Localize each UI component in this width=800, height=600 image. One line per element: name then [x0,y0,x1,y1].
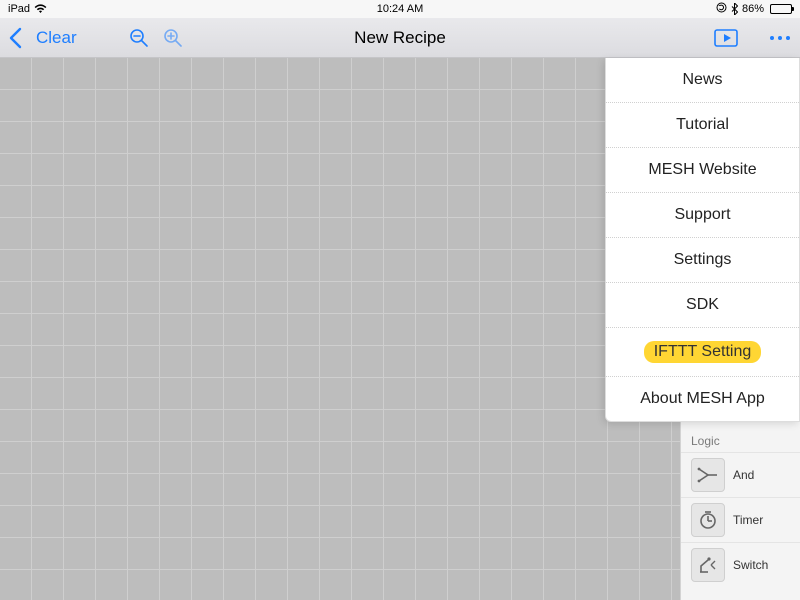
menu-item-website[interactable]: MESH Website [606,148,799,193]
bluetooth-icon [731,3,738,15]
menu-item-about[interactable]: About MESH App [606,377,799,421]
zoom-in-button[interactable] [163,28,183,48]
block-label: And [733,468,754,482]
menu-item-highlight: IFTTT Setting [644,341,762,363]
menu-item-news[interactable]: News [606,58,799,103]
device-name: iPad [8,3,30,15]
battery-percent: 86% [742,3,764,15]
wifi-icon [34,4,47,14]
block-item-switch[interactable]: Switch [681,542,800,587]
block-label: Switch [733,558,768,572]
timer-icon [691,503,725,537]
menu-item-ifttt[interactable]: IFTTT Setting [606,328,799,377]
orientation-lock-icon [716,2,727,16]
status-left: iPad [8,3,47,15]
back-button[interactable] [8,27,22,49]
block-list: And Timer Switch [681,452,800,587]
app-toolbar: Clear New Recipe [0,18,800,58]
menu-item-settings[interactable]: Settings [606,238,799,283]
more-menu-popover: News Tutorial MESH Website Support Setti… [605,58,800,422]
switch-icon [691,548,725,582]
zoom-out-button[interactable] [129,28,149,48]
block-item-timer[interactable]: Timer [681,497,800,542]
workspace: Logic And Timer Switch [0,58,800,600]
clear-button[interactable]: Clear [36,28,77,48]
block-item-and[interactable]: And [681,452,800,497]
status-bar: iPad 10:24 AM 86% [0,0,800,18]
recipes-button[interactable] [712,27,740,49]
menu-item-sdk[interactable]: SDK [606,283,799,328]
sidebar-section-label: Logic [681,428,800,452]
status-time: 10:24 AM [377,3,423,15]
page-title: New Recipe [354,28,446,48]
block-label: Timer [733,513,763,527]
more-button[interactable] [768,34,792,42]
and-icon [691,458,725,492]
canvas-grid[interactable] [0,58,680,600]
battery-icon [770,4,792,14]
menu-item-support[interactable]: Support [606,193,799,238]
menu-item-tutorial[interactable]: Tutorial [606,103,799,148]
status-right: 86% [716,2,792,16]
